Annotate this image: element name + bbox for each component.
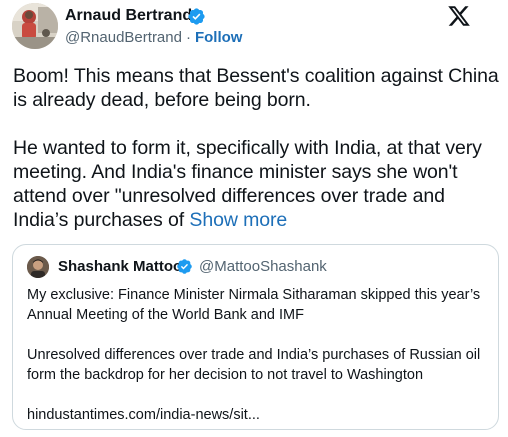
quote-text: My exclusive: Finance Minister Nirmala S… [27,285,493,425]
quote-paragraph-2: Unresolved differences over trade and In… [27,347,481,383]
show-more-link[interactable]: Show more [189,209,287,231]
quote-paragraph-1: My exclusive: Finance Minister Nirmala S… [27,287,481,323]
author-meta: @RnaudBertrand · Follow [65,29,242,46]
quote-author-handle[interactable]: @MattooShashank [199,258,327,275]
author-avatar[interactable] [12,3,58,49]
quote-link[interactable]: hindustantimes.com/india-news/sit... [27,405,493,425]
quoted-tweet[interactable]: Shashank Mattoo @MattooShashank My exclu… [12,244,499,430]
tweet-paragraph-2: He wanted to form it, specifically with … [13,136,503,232]
quote-author-avatar[interactable] [27,256,49,278]
x-logo-icon[interactable] [446,4,472,28]
author-name[interactable]: Arnaud Bertrand [65,7,192,25]
quote-author-name[interactable]: Shashank Mattoo [58,258,182,275]
tweet-card: Arnaud Bertrand @RnaudBertrand · Follow Bo… [0,0,508,437]
meta-separator: · [185,29,191,46]
tweet-paragraph-1: Boom! This means that Bessent's coalitio… [13,65,499,111]
follow-button[interactable]: Follow [195,29,243,46]
quote-verified-badge-icon [177,259,192,274]
author-handle[interactable]: @RnaudBertrand [65,29,182,46]
tweet-text: Boom! This means that Bessent's coalitio… [13,64,503,232]
verified-badge-icon [188,8,205,25]
